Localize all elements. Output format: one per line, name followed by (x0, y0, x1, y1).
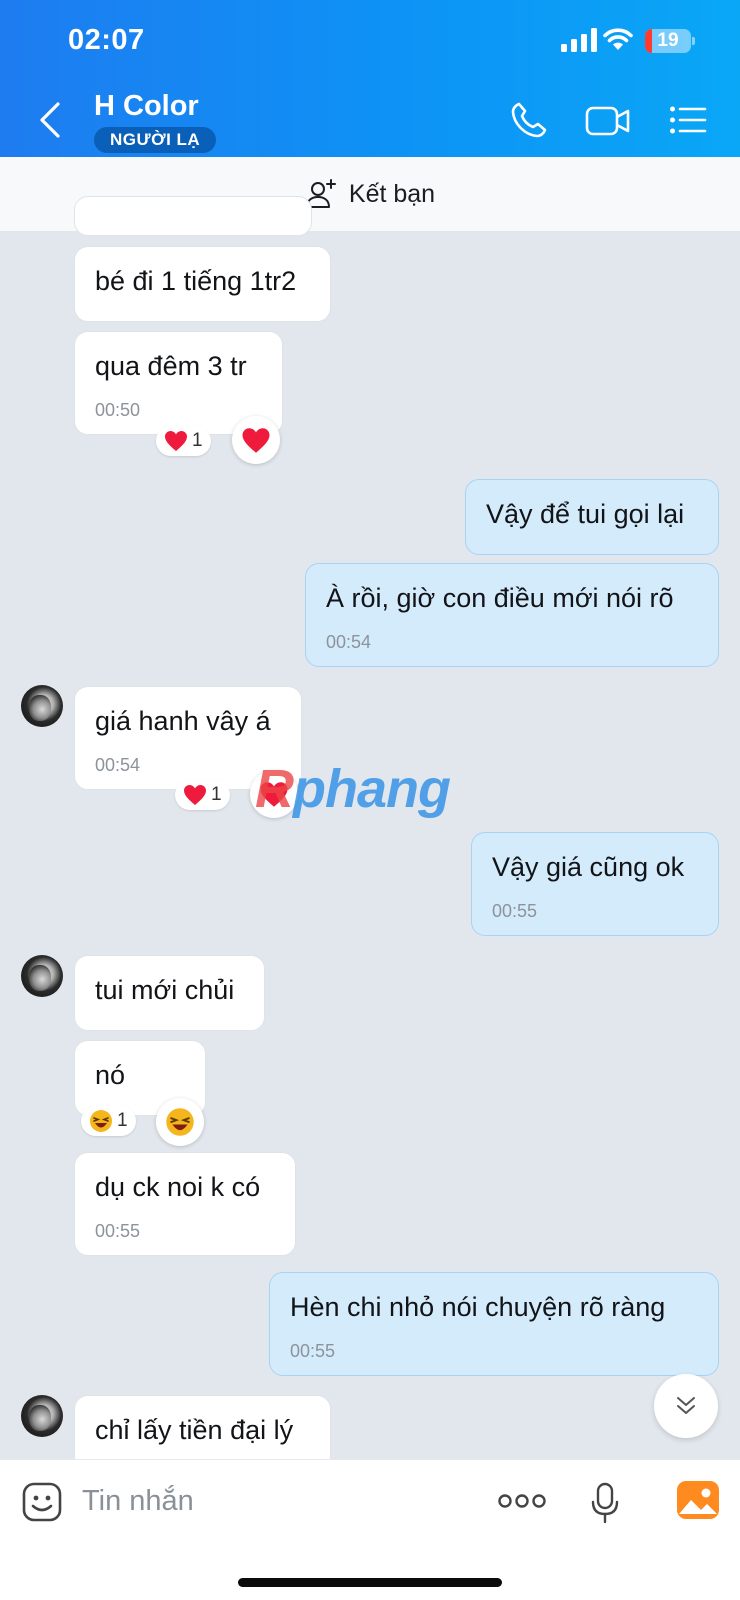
message-text: qua đêm 3 tr (95, 351, 247, 381)
reaction-count-value: 1 (192, 430, 203, 451)
more-dots-icon[interactable] (498, 1492, 546, 1510)
scroll-to-bottom-button[interactable] (654, 1374, 718, 1438)
contact-name[interactable]: H Color (94, 90, 199, 123)
laughing-emoji-icon (166, 1108, 194, 1136)
avatar[interactable] (21, 685, 63, 727)
message-composer (0, 1459, 740, 1600)
stranger-badge: NGƯỜI LẠ (94, 127, 217, 153)
message-text: giá hanh vây á (95, 706, 271, 736)
message-time: 00:55 (95, 1221, 141, 1241)
reaction-count[interactable]: 1 (156, 426, 211, 456)
list-menu-icon[interactable] (669, 100, 707, 140)
battery-indicator: 19 (645, 29, 691, 53)
message-incoming[interactable]: dụ ck noi k có 00:55 (74, 1152, 296, 1256)
back-button[interactable] (34, 100, 68, 140)
watermark: Rphang (255, 758, 451, 820)
message-text: nó (95, 1060, 126, 1090)
reaction-count-value: 1 (117, 1110, 128, 1131)
battery-level: 19 (657, 30, 679, 51)
heart-icon (184, 785, 206, 805)
chat-header: 02:07 19 H Color NGƯỜI LẠ (0, 0, 740, 157)
message-incoming[interactable]: bé đi 1 tiếng 1tr2 (74, 246, 331, 322)
react-button[interactable] (156, 1098, 204, 1146)
message-time: 00:50 (95, 400, 141, 420)
add-friend-label: Kết bạn (348, 179, 436, 208)
reaction-count-value: 1 (211, 784, 222, 805)
message-text: Hèn chi nhỏ nói chuyện rõ ràng (290, 1292, 666, 1322)
message-text: À rồi, giờ con điều mới nói rõ (326, 583, 674, 613)
avatar[interactable] (21, 1395, 63, 1437)
sticker-icon[interactable] (22, 1482, 62, 1522)
message-text: dụ ck noi k có (95, 1172, 261, 1202)
reaction-count[interactable]: 1 (175, 780, 230, 810)
status-time: 02:07 (68, 24, 145, 56)
message-outgoing[interactable]: Vậy để tui gọi lại (465, 479, 719, 555)
message-text: Vậy giá cũng ok (492, 852, 685, 882)
home-indicator (238, 1578, 502, 1587)
microphone-icon[interactable] (590, 1482, 620, 1524)
message-text: Vậy để tui gọi lại (486, 499, 685, 529)
message-bubble-partial[interactable] (74, 196, 312, 236)
message-outgoing[interactable]: Vậy giá cũng ok 00:55 (471, 832, 719, 936)
battery-tip (692, 37, 695, 45)
phone-icon[interactable] (509, 100, 549, 140)
message-incoming[interactable]: tui mới chủi (74, 955, 265, 1031)
heart-icon (242, 427, 270, 453)
message-input[interactable] (82, 1478, 462, 1524)
message-time: 00:55 (492, 901, 538, 921)
watermark-prefix: R (255, 759, 294, 819)
reaction-count[interactable]: 1 (81, 1106, 136, 1136)
message-outgoing[interactable]: Hèn chi nhỏ nói chuyện rõ ràng 00:55 (269, 1272, 719, 1376)
react-button[interactable] (232, 416, 280, 464)
cellular-signal-icon (561, 28, 597, 52)
avatar[interactable] (21, 955, 63, 997)
message-time: 00:54 (326, 632, 372, 652)
image-icon[interactable] (676, 1480, 720, 1520)
laughing-emoji-icon (90, 1110, 112, 1132)
video-call-icon[interactable] (585, 100, 631, 140)
message-time: 00:54 (95, 755, 141, 775)
chevron-down-icon (677, 1397, 695, 1414)
message-text: bé đi 1 tiếng 1tr2 (95, 266, 297, 296)
wifi-icon (603, 28, 633, 50)
watermark-text: phang (293, 759, 451, 819)
message-time: 00:55 (290, 1341, 336, 1361)
message-text: chỉ lấy tiền đại lý (95, 1415, 294, 1445)
heart-icon (165, 431, 187, 451)
message-outgoing[interactable]: À rồi, giờ con điều mới nói rõ 00:54 (305, 563, 719, 667)
message-text: tui mới chủi (95, 975, 235, 1005)
